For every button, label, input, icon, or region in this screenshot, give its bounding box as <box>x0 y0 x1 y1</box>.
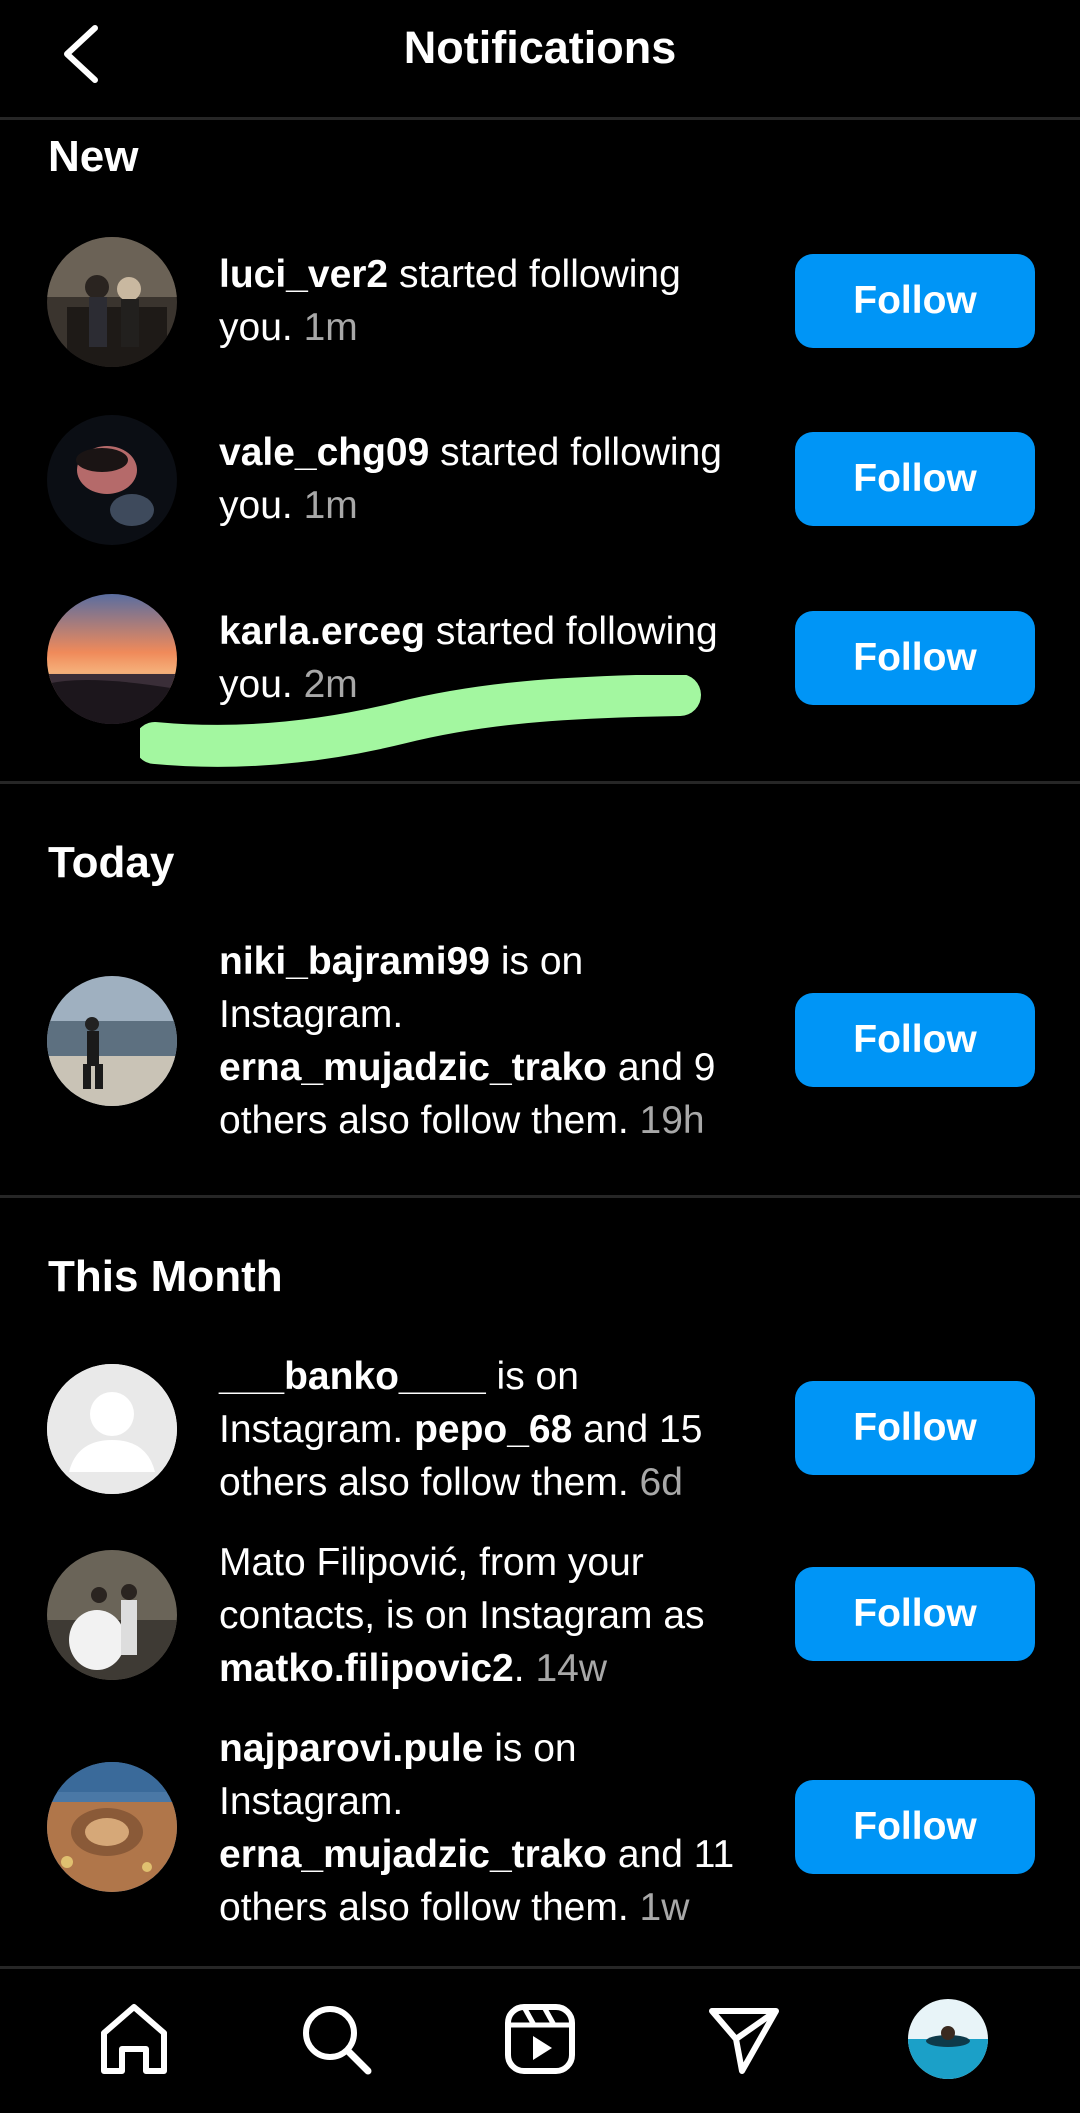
notification-text: najparovi.pule is on Instagram. erna_muj… <box>219 1727 735 1929</box>
username: karla.erceg <box>219 610 425 653</box>
timestamp: 19h <box>639 1099 705 1142</box>
section-title-this-month: This Month <box>48 1252 283 1301</box>
notification-row[interactable]: najparovi.pule is on Instagram. erna_muj… <box>0 1722 1080 1932</box>
username: ___banko____ <box>219 1355 486 1398</box>
notification-text: ___banko____ is on Instagram. pepo_68 an… <box>219 1355 703 1504</box>
follow-button[interactable]: Follow <box>795 993 1035 1087</box>
nav-messages[interactable] <box>704 1999 784 2079</box>
username: luci_ver2 <box>219 253 389 296</box>
nav-reels[interactable] <box>500 1999 580 2079</box>
timestamp: 1m <box>303 484 358 527</box>
timestamp: 1w <box>639 1886 690 1929</box>
follow-button[interactable]: Follow <box>795 1780 1035 1874</box>
follow-button[interactable]: Follow <box>795 1381 1035 1475</box>
follow-button[interactable]: Follow <box>795 254 1035 348</box>
timestamp: 1m <box>303 306 358 349</box>
search-icon <box>303 2006 372 2075</box>
notification-row[interactable]: luci_ver2 started following you. 1m Foll… <box>0 235 1080 367</box>
avatar[interactable] <box>47 1364 177 1494</box>
avatar[interactable] <box>47 1762 177 1892</box>
mutual-username: pepo_68 <box>414 1408 573 1451</box>
notification-row[interactable]: vale_chg09 started following you. 1m Fol… <box>0 413 1080 545</box>
send-icon <box>709 2008 779 2074</box>
section-title-today: Today <box>48 838 175 887</box>
reels-icon <box>505 2004 575 2074</box>
username: niki_bajrami99 <box>219 940 490 983</box>
username: vale_chg09 <box>219 431 430 474</box>
follow-button[interactable]: Follow <box>795 432 1035 526</box>
divider <box>0 1195 1080 1198</box>
avatar[interactable] <box>47 976 177 1106</box>
timestamp: 14w <box>535 1647 607 1690</box>
profile-avatar <box>908 1999 988 2079</box>
nav-search[interactable] <box>296 1999 376 2079</box>
notification-text: Mato Filipović, from your contacts, is o… <box>219 1541 705 1690</box>
mutual-username: erna_mujadzic_trako <box>219 1046 608 1089</box>
notification-row[interactable]: ___banko____ is on Instagram. pepo_68 an… <box>0 1350 1080 1508</box>
follow-button[interactable]: Follow <box>795 611 1035 705</box>
notification-row[interactable]: Mato Filipović, from your contacts, is o… <box>0 1536 1080 1694</box>
nav-profile[interactable] <box>908 1999 988 2079</box>
avatar[interactable] <box>47 1550 177 1680</box>
home-icon <box>101 2004 167 2074</box>
mutual-username: erna_mujadzic_trako <box>219 1833 608 1876</box>
header: Notifications <box>0 0 1080 120</box>
divider <box>0 781 1080 784</box>
avatar[interactable] <box>47 237 177 367</box>
notification-text: luci_ver2 started following you. 1m <box>219 253 681 349</box>
notification-text: niki_bajrami99 is on Instagram. erna_muj… <box>219 940 716 1142</box>
page-title: Notifications <box>403 22 677 73</box>
highlight-annotation <box>140 675 701 767</box>
nav-home[interactable] <box>94 1999 174 2079</box>
username: najparovi.pule <box>219 1727 484 1770</box>
timestamp: 6d <box>639 1461 683 1504</box>
notification-text: vale_chg09 started following you. 1m <box>219 431 722 527</box>
avatar[interactable] <box>47 415 177 545</box>
follow-button[interactable]: Follow <box>795 1567 1035 1661</box>
username: matko.filipovic2 <box>219 1647 514 1690</box>
section-title-new: New <box>48 132 139 181</box>
notification-row[interactable]: niki_bajrami99 is on Instagram. erna_muj… <box>0 935 1080 1145</box>
bottom-nav <box>0 1966 1080 2113</box>
